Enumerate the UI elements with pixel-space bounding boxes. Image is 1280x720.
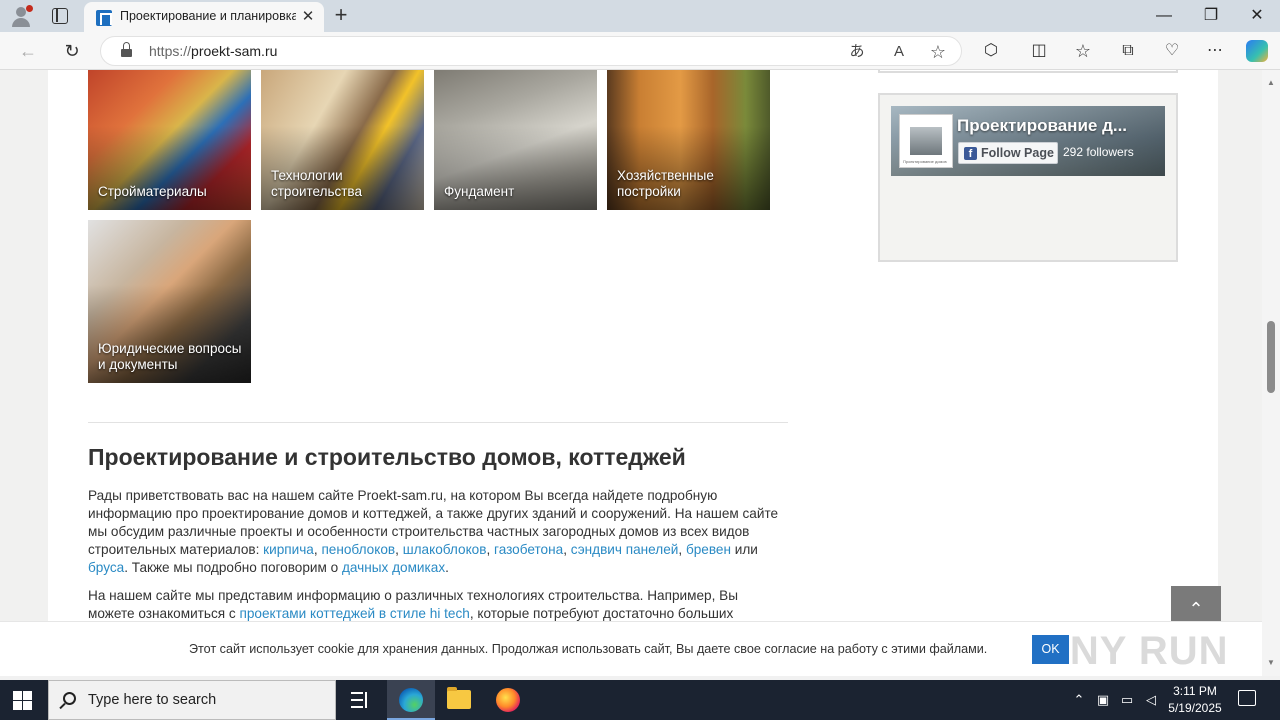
category-card-legal[interactable]: Юридические вопросы и документы xyxy=(88,220,251,383)
link-country-houses[interactable]: дачных домиках xyxy=(342,560,445,575)
windows-taskbar: Type here to search ⌃ ▣ ▭ ◁ 3:11 PM 5/19… xyxy=(0,680,1280,720)
folder-icon xyxy=(447,687,471,709)
category-label: Хозяйственные постройки xyxy=(617,168,714,199)
clock-date: 5/19/2025 xyxy=(1168,701,1222,715)
facebook-page-avatar[interactable]: Проектирование домов xyxy=(899,114,953,168)
category-label: Технологии строительства xyxy=(271,168,362,199)
follow-page-label: Follow Page xyxy=(981,146,1054,160)
link-logs[interactable]: бревен xyxy=(686,542,731,557)
browser-essentials-icon[interactable]: ♡ xyxy=(1161,40,1183,62)
url-text[interactable]: https://proekt-sam.ru xyxy=(149,43,277,59)
page-heading: Проектирование и строительство домов, ко… xyxy=(88,444,686,470)
link-aerated-concrete[interactable]: газобетона xyxy=(494,542,563,557)
address-bar[interactable]: https://proekt-sam.ru あ A ☆ xyxy=(100,36,962,66)
scroll-up-arrow-icon[interactable]: ▲ xyxy=(1262,76,1280,90)
close-window-button[interactable]: ✕ xyxy=(1242,4,1272,28)
firefox-icon xyxy=(496,688,520,712)
follow-page-button[interactable]: f Follow Page xyxy=(958,142,1058,164)
search-icon xyxy=(63,692,76,705)
read-aloud-icon[interactable]: A xyxy=(889,42,909,62)
translate-icon[interactable]: あ xyxy=(847,42,867,62)
profile-icon[interactable] xyxy=(10,5,33,27)
cookie-consent-text: Этот сайт использует cookie для хранения… xyxy=(189,642,988,656)
more-menu-icon[interactable]: ⋯ xyxy=(1204,40,1226,62)
restore-button[interactable]: ❐ xyxy=(1196,4,1226,28)
minimize-button[interactable]: — xyxy=(1149,4,1179,28)
followers-count: 292 followers xyxy=(1063,145,1134,159)
copilot-icon[interactable] xyxy=(1246,40,1268,62)
browser-tab[interactable]: Проектирование и планировка ✕ xyxy=(84,2,324,32)
category-card-materials[interactable]: Стройматериалы xyxy=(88,70,251,210)
clock-time: 3:11 PM xyxy=(1173,684,1217,698)
refresh-button[interactable]: ↻ xyxy=(59,39,85,63)
link-brick[interactable]: кирпича xyxy=(263,542,314,557)
link-cinder-blocks[interactable]: шлакоблоков xyxy=(403,542,487,557)
sidebar-facebook-widget: Проектирование домов Проектирование д...… xyxy=(878,93,1178,262)
link-foam-blocks[interactable]: пеноблоков xyxy=(321,542,395,557)
divider xyxy=(88,422,788,423)
tray-device-icon[interactable]: ▣ xyxy=(1094,690,1112,710)
taskbar-firefox-button[interactable] xyxy=(484,680,532,720)
cookie-ok-button[interactable]: OK xyxy=(1032,635,1069,664)
page-viewport: Стройматериалы Технологии строительства … xyxy=(0,70,1262,676)
new-tab-button[interactable]: + xyxy=(330,4,352,26)
task-view-icon xyxy=(351,692,369,708)
back-button[interactable]: ← xyxy=(15,39,41,63)
cookie-consent-bar: Этот сайт использует cookie для хранения… xyxy=(0,621,1262,676)
taskbar-edge-button[interactable] xyxy=(387,680,435,720)
collections-icon[interactable]: ⧉ xyxy=(1117,40,1139,62)
facebook-page-plugin[interactable]: Проектирование домов Проектирование д...… xyxy=(891,106,1165,176)
taskbar-search-box[interactable]: Type here to search xyxy=(48,680,336,720)
avatar-caption: Проектирование домов xyxy=(903,159,947,164)
extensions-icon[interactable]: ⬡ xyxy=(980,40,1002,62)
task-view-button[interactable] xyxy=(336,680,384,720)
taskbar-clock[interactable]: 3:11 PM 5/19/2025 xyxy=(1162,683,1228,717)
category-label: Стройматериалы xyxy=(98,184,207,199)
facebook-icon: f xyxy=(964,147,977,160)
tab-title: Проектирование и планировка xyxy=(120,9,296,23)
site-favicon-icon xyxy=(96,10,112,26)
category-label: Юридические вопросы и документы xyxy=(98,341,242,372)
scrollbar-thumb[interactable] xyxy=(1267,321,1275,393)
scroll-down-arrow-icon[interactable]: ▼ xyxy=(1262,656,1280,670)
tab-actions-icon[interactable] xyxy=(52,8,68,24)
favorites-icon[interactable]: ☆ xyxy=(1072,40,1094,62)
page-scrollbar[interactable]: ▲ ▼ xyxy=(1262,70,1280,676)
facebook-page-name[interactable]: Проектирование д... xyxy=(957,116,1127,136)
category-card-outbuildings[interactable]: Хозяйственные постройки xyxy=(607,70,770,210)
notification-center-icon[interactable] xyxy=(1238,690,1256,706)
edge-icon xyxy=(399,688,423,712)
network-icon[interactable]: ▭ xyxy=(1118,690,1136,710)
tray-chevron-up-icon[interactable]: ⌃ xyxy=(1070,690,1088,710)
lock-icon[interactable] xyxy=(121,42,132,57)
sidebar-widget-previous xyxy=(878,70,1178,73)
tech-paragraph: На нашем сайте мы представим информацию … xyxy=(88,588,738,621)
link-sandwich-panels[interactable]: сэндвич панелей xyxy=(571,542,679,557)
windows-start-icon[interactable] xyxy=(13,691,32,710)
volume-icon[interactable]: ◁ xyxy=(1142,690,1160,710)
browser-toolbar: ← ↻ https://proekt-sam.ru あ A ☆ ⬡ ◫ ☆ ⧉ … xyxy=(0,32,1280,70)
link-hitech-cottages[interactable]: проектами коттеджей в стиле hi tech xyxy=(240,606,470,621)
intro-paragraph: Рады приветствовать вас на нашем сайте P… xyxy=(88,488,779,575)
category-card-foundation[interactable]: Фундамент xyxy=(434,70,597,210)
category-label: Фундамент xyxy=(444,184,515,199)
link-timber[interactable]: бруса xyxy=(88,560,124,575)
add-favorite-icon[interactable]: ☆ xyxy=(928,42,948,62)
split-screen-icon[interactable]: ◫ xyxy=(1028,40,1050,62)
category-card-technologies[interactable]: Технологии строительства xyxy=(261,70,424,210)
tab-close-icon[interactable]: ✕ xyxy=(298,7,318,27)
tab-bar: Проектирование и планировка ✕ + — ❐ ✕ xyxy=(0,0,1280,32)
taskbar-file-explorer-button[interactable] xyxy=(435,680,483,720)
taskbar-search-placeholder: Type here to search xyxy=(88,692,217,708)
